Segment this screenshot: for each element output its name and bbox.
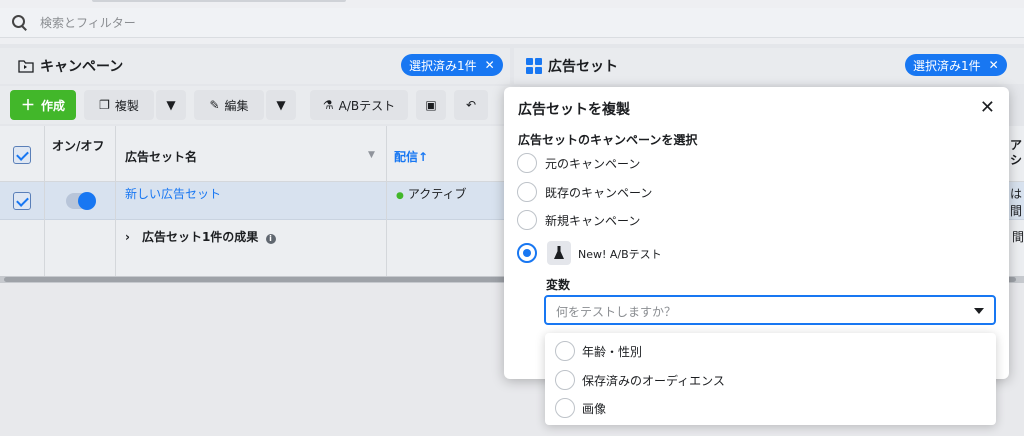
- dropdown-option-age-gender[interactable]: 年齢・性別: [582, 343, 642, 360]
- create-button[interactable]: ＋ 作成: [10, 90, 76, 120]
- onoff-toggle[interactable]: [66, 192, 96, 210]
- option-new-campaign[interactable]: 新規キャンペーン: [545, 212, 640, 229]
- clipboard-button[interactable]: ▣: [416, 90, 446, 120]
- radio-existing-campaign[interactable]: [517, 182, 537, 202]
- toolbar: ＋ 作成 ❐ 複製 ▼ ✎ 編集 ▼ ⚗ A/Bテスト ▣ ↶: [0, 86, 520, 124]
- radio-saved-audience[interactable]: [555, 370, 575, 390]
- dropdown-option-image[interactable]: 画像: [582, 400, 606, 417]
- duplicate-dropdown-button[interactable]: ▼: [156, 90, 186, 120]
- radio-original-campaign[interactable]: [517, 153, 537, 173]
- search-icon: [12, 14, 28, 31]
- plus-icon: ＋: [20, 98, 35, 114]
- adset-panel-header: 広告セット 選択済み1件 ✕: [514, 48, 1024, 84]
- delivery-status-label: アクティブ: [407, 187, 467, 201]
- col-divider: [44, 126, 45, 276]
- option-original-campaign[interactable]: 元のキャンペーン: [545, 155, 640, 172]
- adset-panel-title: 広告セット: [548, 59, 618, 75]
- flask-icon: [547, 241, 571, 265]
- adset-selected-pill[interactable]: 選択済み1件 ✕: [905, 54, 1007, 76]
- col-name-header[interactable]: 広告セット名: [125, 148, 197, 165]
- folder-icon: [18, 60, 34, 73]
- info-icon: i: [265, 234, 276, 244]
- edit-label: 編集: [224, 98, 249, 113]
- caret-down-icon: ▼: [166, 98, 176, 112]
- results-summary[interactable]: › 広告セット1件の成果 i: [125, 228, 276, 245]
- col-right-partial-header: ア シ: [1010, 138, 1023, 167]
- status-dot-icon: ●: [396, 191, 404, 201]
- col-onoff-header[interactable]: オン/オフ: [52, 138, 108, 154]
- close-icon[interactable]: ✕: [485, 58, 495, 72]
- col-delivery-header[interactable]: 配信↑: [394, 148, 428, 165]
- edit-dropdown-button[interactable]: ▼: [266, 90, 296, 120]
- select-all-checkbox[interactable]: [13, 146, 31, 164]
- campaign-panel-title: キャンペーン: [40, 59, 124, 75]
- close-icon[interactable]: ✕: [980, 97, 995, 118]
- copy-icon: ❐: [99, 98, 110, 112]
- campaign-panel-header: キャンペーン 選択済み1件 ✕: [0, 48, 510, 84]
- campaign-pill-label: 選択済み1件: [409, 58, 477, 73]
- campaign-selected-pill[interactable]: 選択済み1件 ✕: [401, 54, 503, 76]
- edit-button[interactable]: ✎ 編集: [194, 90, 264, 120]
- duplicate-label: 複製: [114, 98, 139, 113]
- dialog-title: 広告セットを複製: [518, 102, 630, 118]
- chevron-right-icon: ›: [125, 230, 130, 244]
- delivery-status: ● アクティブ: [396, 185, 467, 202]
- variable-select[interactable]: 何をテストしますか？: [544, 295, 996, 325]
- flask-icon: ⚗: [322, 98, 334, 112]
- duplicate-button[interactable]: ❐ 複製: [84, 90, 154, 120]
- option-ab-test[interactable]: New! A/Bテスト: [578, 246, 662, 262]
- search-bar[interactable]: 検索とフィルター: [0, 8, 1024, 38]
- option-existing-campaign[interactable]: 既存のキャンペーン: [545, 184, 652, 201]
- adset-name-link[interactable]: 新しい広告セット: [125, 185, 221, 202]
- variable-select-placeholder: 何をテストしますか？: [556, 305, 677, 319]
- radio-ab-test[interactable]: [517, 243, 537, 263]
- row-checkbox[interactable]: [13, 192, 31, 210]
- col-divider: [115, 126, 116, 276]
- caret-down-icon: ▼: [276, 98, 286, 112]
- results-summary-label: 広告セット1件の成果: [141, 230, 259, 244]
- ab-test-button[interactable]: ⚗ A/Bテスト: [310, 90, 408, 120]
- undo-button[interactable]: ↶: [454, 90, 488, 120]
- radio-new-campaign[interactable]: [517, 210, 537, 230]
- col-divider: [386, 126, 387, 276]
- dropdown-option-saved-audience[interactable]: 保存済みのオーディエンス: [582, 372, 725, 389]
- undo-icon: ↶: [465, 98, 477, 112]
- row-right-partial: は間: [1010, 187, 1023, 218]
- summary-right-partial: 間: [1012, 230, 1024, 244]
- ab-test-label: A/Bテスト: [338, 98, 396, 113]
- grid-icon: [526, 58, 542, 74]
- radio-image[interactable]: [555, 398, 575, 418]
- variable-label: 変数: [546, 278, 571, 292]
- radio-age-gender[interactable]: [555, 341, 575, 361]
- clipboard-icon: ▣: [425, 98, 437, 112]
- close-icon[interactable]: ✕: [989, 58, 999, 72]
- campaign-select-label: 広告セットのキャンペーンを選択: [518, 133, 698, 147]
- sort-caret-icon[interactable]: ▼: [368, 150, 375, 160]
- create-label: 作成: [40, 98, 65, 113]
- tab-hint: [92, 0, 346, 2]
- search-input[interactable]: 検索とフィルター: [40, 14, 136, 31]
- caret-down-icon: [974, 308, 984, 314]
- pencil-icon: ✎: [209, 98, 220, 112]
- adset-pill-label: 選択済み1件: [913, 58, 981, 73]
